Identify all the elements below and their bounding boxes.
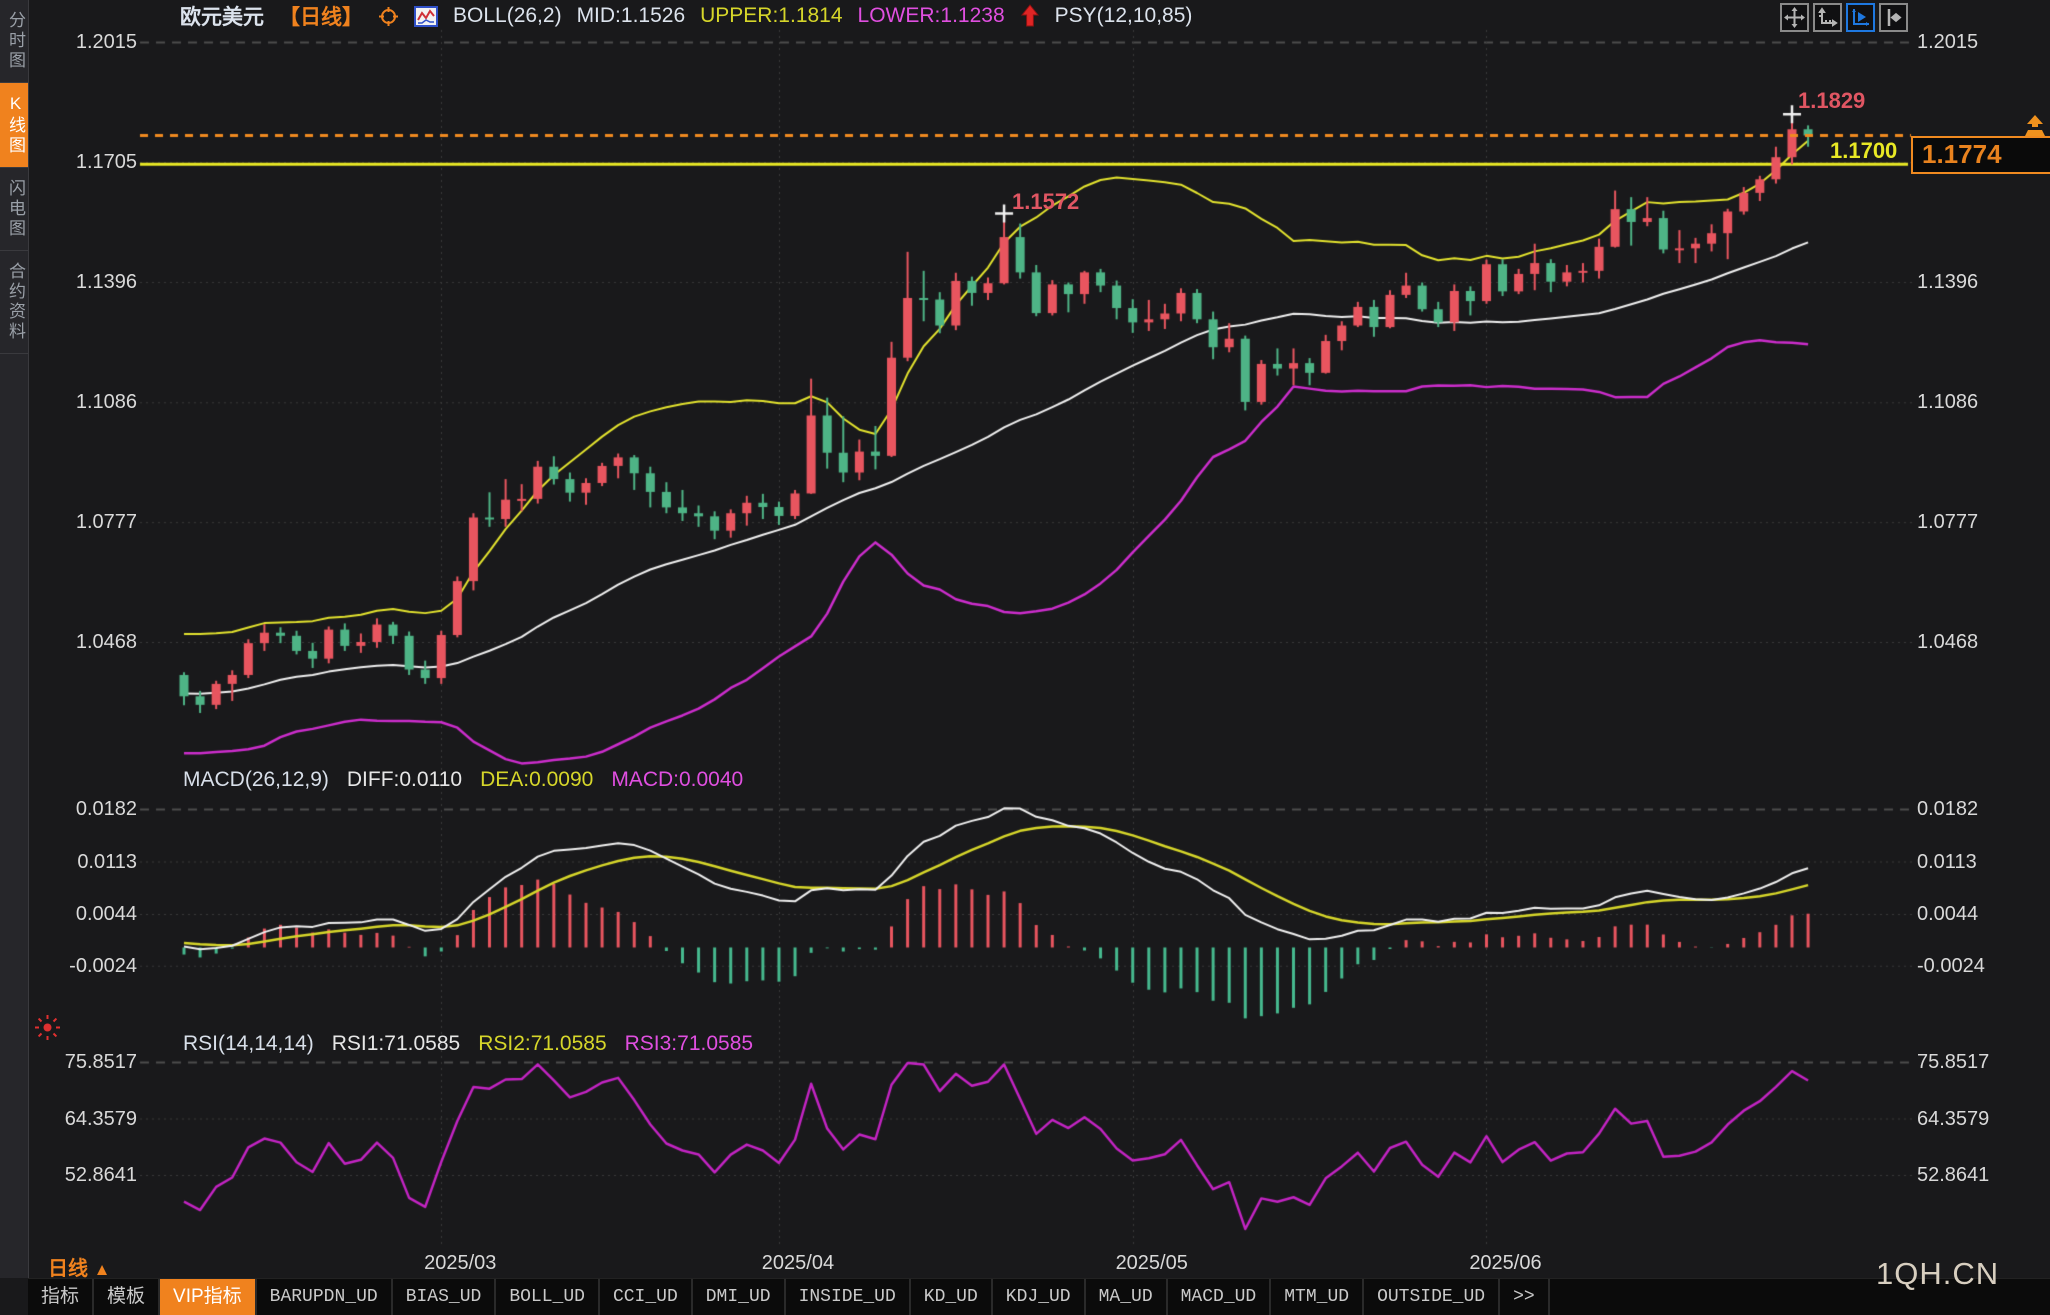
rsi2-value: RSI2:71.0585 [478, 1032, 607, 1055]
macd-dea-value: DEA:0.0090 [480, 768, 594, 791]
footer-tab-kd_ud[interactable]: KD_UD [911, 1279, 993, 1315]
chart-toolbar [1780, 3, 1908, 32]
macd-axis-tick-right-0: 0.0182 [1917, 798, 1979, 820]
sidebar-tab-2[interactable]: 闪电图 [0, 168, 28, 251]
footer-tab--[interactable]: >> [1500, 1279, 1550, 1315]
last-price-tag[interactable]: 1.1774 [1911, 136, 2050, 174]
footer-tab-mtm_ud[interactable]: MTM_UD [1271, 1279, 1365, 1315]
boll-mid-value: MID:1.1526 [576, 4, 686, 27]
period-badge[interactable]: 【日线】 [279, 1, 363, 31]
sidebar-tab-1[interactable]: K线图 [0, 83, 28, 168]
rsi1-value: RSI1:71.0585 [331, 1032, 461, 1055]
swing-high-label: 1.1572 [1012, 189, 1080, 214]
boll-upper-value: UPPER:1.1814 [700, 4, 843, 27]
sidebar-tab-0[interactable]: 分时图 [0, 0, 28, 83]
footer-tab-kdj_ud[interactable]: KDJ_UD [993, 1279, 1086, 1315]
x-axis-label-1: 2025/04 [761, 1252, 835, 1274]
price-axis-tick-right-3: 1.1086 [1917, 391, 1979, 414]
macd-macd-value: MACD:0.0040 [611, 768, 744, 791]
hline-price-label: 1.1700 [1830, 138, 1898, 163]
rsi-axis-tick-right-2: 52.8641 [1917, 1164, 1990, 1186]
footer-tab-bias_ud[interactable]: BIAS_UD [393, 1279, 497, 1315]
footer-period-label[interactable]: 日线 ▲ [48, 1252, 110, 1281]
trading-app: { "sidebar": { "tabs": [ {"label": "分时图"… [0, 0, 2050, 1315]
rsi3-value: RSI3:71.0585 [624, 1032, 754, 1055]
footer-tab-ma_ud[interactable]: MA_UD [1086, 1279, 1168, 1315]
price-axis-tick-right-5: 1.0468 [1917, 631, 1979, 653]
indicator-tabbar: 指标 模板 VIP指标 BARUPDN_UD BIAS_UD BOLL_UD CCI_UD D… [28, 1278, 2050, 1315]
sidebar-tab-3[interactable]: 合约资料 [0, 251, 28, 354]
pan-crosshair-button[interactable] [1780, 3, 1809, 32]
rsi-axis-tick-right-0: 75.8517 [1917, 1051, 1990, 1073]
rsi-name: RSI(14,14,14) [183, 1032, 314, 1055]
chart-header: 欧元美元 【日线】 BOLL(26,2) MID:1.1526 UPPER:1.… [180, 1, 1193, 31]
axis-scale-button[interactable] [1813, 3, 1842, 32]
rsi-axis-tick-right-1: 64.3579 [1917, 1107, 1990, 1130]
macd-axis-tick-right-1: 0.0113 [1917, 850, 1977, 873]
footer-tab-cci_ud[interactable]: CCI_UD [600, 1279, 693, 1315]
footer-period-text: 日线 [48, 1258, 88, 1280]
alert-sun-icon[interactable] [34, 1014, 61, 1041]
footer-tab-inside_ud[interactable]: INSIDE_UD [786, 1279, 911, 1315]
price-up-arrow-icon [2022, 113, 2048, 138]
left-sidebar: 分时图 K线图 闪电图 合约资料 [0, 0, 29, 1278]
macd-diff-value: DIFF:0.0110 [346, 768, 463, 791]
footer-tab-outside_ud[interactable]: OUTSIDE_UD [1364, 1279, 1501, 1315]
signal-up-arrow-icon [1020, 4, 1040, 28]
price-axis-tick-right-0: 1.2015 [1917, 31, 1979, 53]
x-axis-label-3: 2025/06 [1469, 1252, 1542, 1274]
macd-axis-tick-right-3: -0.0024 [1917, 954, 1985, 977]
high-price-label: 1.1829 [1798, 88, 1866, 113]
psy-indicator-name: PSY(12,10,85) [1054, 4, 1193, 27]
rsi-pane-header: RSI(14,14,14) RSI1:71.0585 RSI2:71.0585 … [183, 1032, 753, 1056]
axis-shift-button[interactable] [1879, 3, 1908, 32]
macd-name: MACD(26,12,9) [183, 768, 329, 791]
x-axis-label-0: 2025/03 [424, 1252, 497, 1274]
footer-tab-dmi_ud[interactable]: DMI_UD [693, 1279, 786, 1315]
watermark: 1QH.CN [1876, 1256, 2000, 1291]
price-axis-tick-right-2: 1.1396 [1917, 271, 1979, 294]
footer-tab-vip-[interactable]: VIP指标 [160, 1279, 257, 1315]
symbol-name: 欧元美元 [180, 6, 264, 29]
macd-pane-header: MACD(26,12,9) DIFF:0.0110 DEA:0.0090 MAC… [183, 768, 743, 792]
footer-tab--[interactable]: 模板 [94, 1279, 161, 1315]
price-axis-tick-right-4: 1.0777 [1917, 511, 1979, 534]
boll-indicator-name: BOLL(26,2) [453, 4, 562, 27]
footer-tab--[interactable]: 指标 [28, 1279, 95, 1315]
period-up-triangle-icon: ▲ [93, 1260, 111, 1279]
x-axis-label-2: 2025/05 [1115, 1252, 1188, 1274]
axis-play-button[interactable] [1846, 3, 1875, 32]
footer-tab-macd_ud[interactable]: MACD_UD [1168, 1279, 1272, 1315]
crosshair-circle-icon[interactable] [378, 6, 399, 27]
kline-chart-icon[interactable] [414, 5, 438, 27]
footer-tab-barupdn_ud[interactable]: BARUPDN_UD [257, 1279, 393, 1315]
boll-lower-value: LOWER:1.1238 [857, 4, 1005, 27]
macd-axis-tick-right-2: 0.0044 [1917, 903, 1979, 925]
footer-tab-boll_ud[interactable]: BOLL_UD [496, 1279, 600, 1315]
